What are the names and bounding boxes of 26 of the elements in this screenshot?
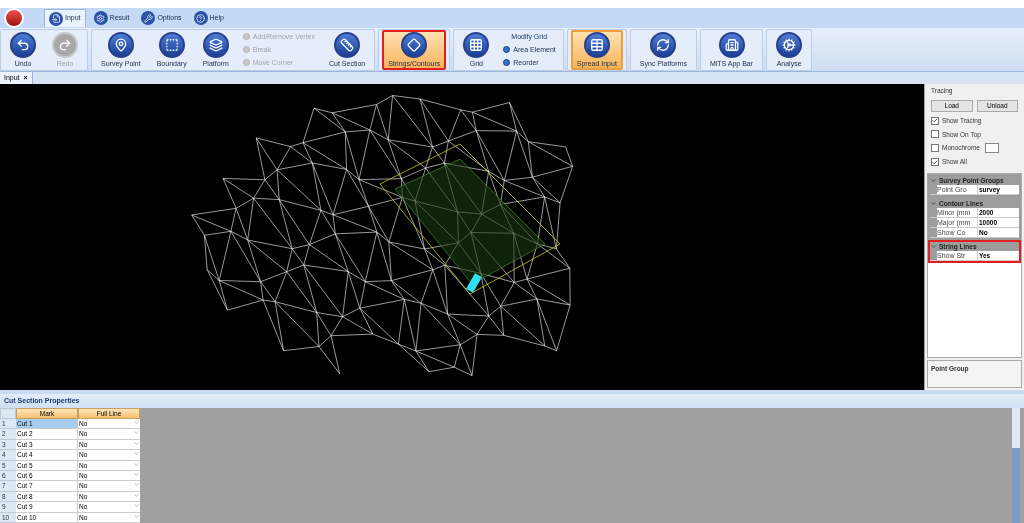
- layers-icon: [202, 31, 229, 58]
- gear-icon: [776, 31, 803, 58]
- checkbox[interactable]: [931, 116, 939, 125]
- building-icon: [718, 31, 745, 58]
- document-icon: [49, 11, 63, 26]
- chevron-down-icon: [930, 243, 937, 250]
- color-swatch[interactable]: [984, 143, 999, 154]
- scrollbar[interactable]: [1012, 408, 1020, 523]
- checkbox[interactable]: [931, 158, 939, 167]
- grid-icon: [463, 31, 490, 58]
- corner-cell: [0, 408, 16, 419]
- pin-icon: [107, 31, 134, 58]
- help-icon: [193, 11, 208, 25]
- chevron-down-icon: [930, 200, 937, 207]
- tools-icon: [141, 11, 156, 25]
- app-menu-icon[interactable]: [4, 8, 24, 28]
- gear-icon: [93, 11, 108, 25]
- redo-icon: [52, 31, 78, 58]
- sync-icon: [650, 31, 677, 58]
- checkbox[interactable]: [931, 130, 939, 139]
- ruler-icon: [334, 31, 361, 58]
- dashed-square-icon: [158, 31, 185, 58]
- chevron-down-icon: [930, 177, 937, 184]
- table-icon: [583, 31, 610, 58]
- undo-icon: [10, 31, 36, 58]
- checkbox[interactable]: [931, 144, 939, 153]
